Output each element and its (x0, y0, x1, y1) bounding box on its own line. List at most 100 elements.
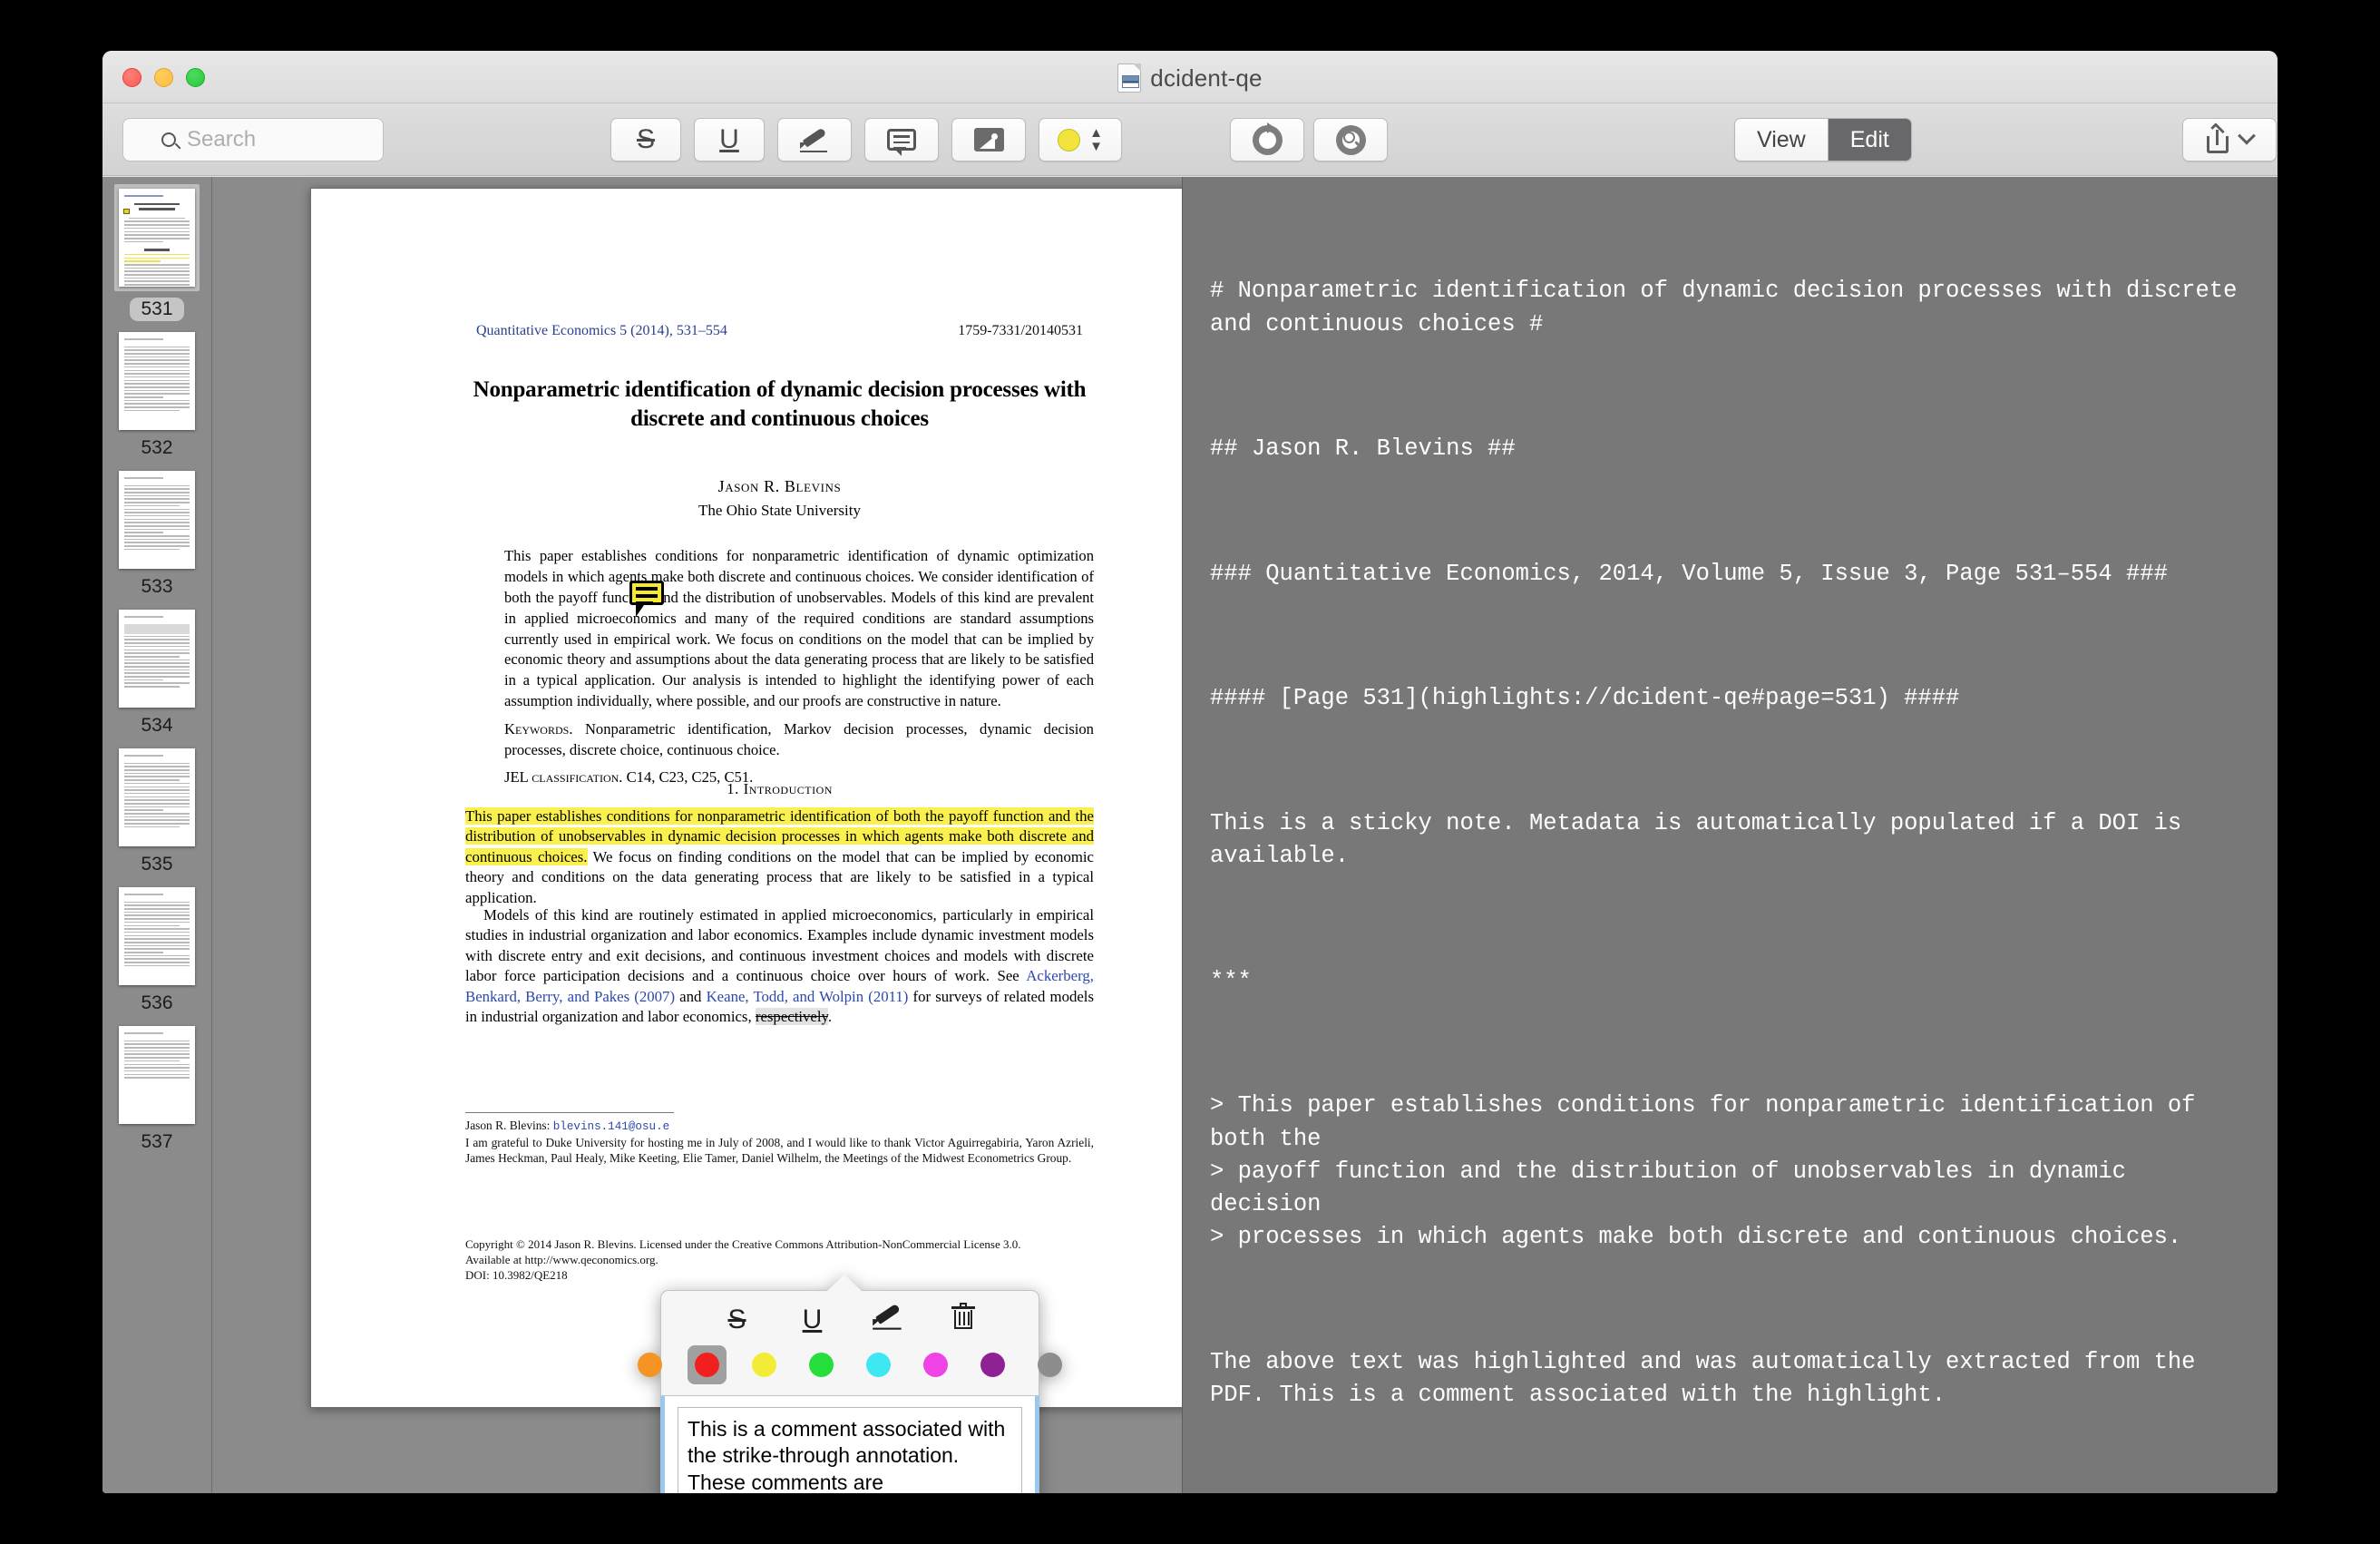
thumbnail-page (119, 748, 195, 846)
color-option-cyan[interactable] (859, 1345, 898, 1384)
thumbnail-item[interactable]: 535 (102, 741, 211, 880)
share-icon (2206, 122, 2229, 153)
color-option-gray[interactable] (1030, 1345, 1069, 1384)
underline-button[interactable]: U (694, 118, 765, 161)
thumbnail-item[interactable]: 537 (102, 1019, 211, 1158)
comment-button[interactable] (864, 118, 939, 161)
paper-affiliation: The Ohio State University (698, 502, 861, 519)
thumbnail-page-number: 535 (141, 854, 173, 875)
image-button[interactable] (951, 118, 1026, 161)
color-option-yellow[interactable] (745, 1345, 784, 1384)
markdown-block: The above text was highlighted and was a… (1210, 1348, 2209, 1409)
thumbnail-page-number: 532 (141, 437, 173, 458)
journal-reference: Quantitative Economics 5 (2014), 531–554 (476, 323, 727, 338)
citation-link-keane[interactable]: Keane, Todd, and Wolpin (2011) (707, 988, 909, 1005)
popover-color-palette[interactable] (638, 1345, 1062, 1384)
thumbnail-item[interactable]: 533 (102, 464, 211, 602)
rotate-button[interactable] (1230, 118, 1304, 161)
pdf-page[interactable]: Quantitative Economics 5 (2014), 531–554… (310, 188, 1182, 1408)
markdown-editor[interactable]: # Nonparametric identification of dynami… (1182, 177, 2278, 1493)
license-line: Available at http://www.qeconomics.org. (465, 1252, 658, 1266)
thumbnail-item[interactable]: 534 (102, 602, 211, 741)
pdf-running-head: Quantitative Economics 5 (2014), 531–554… (476, 323, 1083, 339)
thumbnail-item[interactable]: 532 (102, 325, 211, 464)
popover-arrow (827, 1275, 862, 1291)
thumbnail-page (119, 189, 195, 287)
thumbnail-page (119, 471, 195, 569)
window-title-text: dcident-qe (1150, 64, 1263, 92)
pdf-view[interactable]: Quantitative Economics 5 (2014), 531–554… (211, 177, 1182, 1493)
comment-bubble-icon (887, 129, 916, 156)
paragraph-two-b: and (675, 987, 707, 1005)
footnote-author: Jason R. Blevins: (465, 1119, 553, 1132)
share-button[interactable] (2182, 118, 2277, 161)
title-bar: dcident-qe (102, 51, 2278, 103)
color-swatch-icon (1058, 128, 1081, 151)
thumbnail-page-number: 533 (141, 576, 173, 597)
view-edit-segmented-control[interactable]: View Edit (1734, 118, 1912, 161)
zoom-button[interactable] (1313, 118, 1388, 161)
thumbnail-page-number: 531 (130, 298, 184, 321)
paper-title: Nonparametric identification of dynamic … (473, 377, 1087, 431)
thumbnail-page (119, 610, 195, 708)
paragraph-two: Models of this kind are routinely estima… (465, 905, 1094, 1028)
underline-icon: U (719, 124, 739, 154)
popover-trash-icon[interactable] (948, 1303, 979, 1337)
keywords-text: Nonparametric identification, Markov dec… (504, 720, 1094, 759)
thumbnail-item[interactable]: 536 (102, 880, 211, 1019)
rotate-icon (1252, 122, 1283, 155)
document-icon (1117, 64, 1142, 93)
color-option-red[interactable] (688, 1345, 727, 1384)
markdown-block: > This paper establishes conditions for … (1210, 1092, 2196, 1251)
search-icon (161, 132, 176, 147)
popover-toolbar: S U (638, 1290, 1062, 1396)
copyright-block: Copyright © 2014 Jason R. Blevins. Licen… (465, 1237, 1094, 1284)
markdown-block: ## Jason R. Blevins ## (1210, 435, 1516, 463)
footnote: Jason R. Blevins: blevins.141@osu.e I am … (465, 1118, 1094, 1166)
paragraph-two-a: Models of this kind are routinely estima… (465, 906, 1094, 985)
thumbnail-sidebar[interactable]: 531 532 533 534 535 536 537 (102, 177, 211, 1493)
abstract-text: This paper establishes conditions for no… (504, 547, 1094, 710)
search-placeholder: Search (187, 127, 257, 151)
thumbnail-note-icon (123, 209, 130, 214)
keywords-label: Keywords. (504, 720, 573, 738)
issn-line: 1759-7331/20140531 (958, 323, 1083, 338)
strikethrough-annotation[interactable]: respectively (755, 1008, 828, 1026)
color-picker-button[interactable]: ▲ ▼ (1039, 118, 1122, 161)
stepper-icon[interactable]: ▲ ▼ (1089, 126, 1103, 153)
chevron-down-icon[interactable] (2237, 126, 2256, 145)
markdown-block: *** (1210, 967, 1252, 994)
comment-text: This is a comment associated with the st… (688, 1417, 1006, 1493)
thumbnail-item[interactable]: 531 (102, 177, 211, 325)
markdown-block: This is a sticky note. Metadata is autom… (1210, 810, 2196, 870)
strikethrough-button[interactable]: S (610, 118, 681, 161)
thumbnail-page (119, 332, 195, 430)
markdown-block: #### [Page 531](highlights://dcident-qe#… (1210, 685, 1960, 712)
popover-highlighter-pen-icon[interactable] (872, 1303, 903, 1337)
highlight-button[interactable] (777, 118, 852, 161)
doi-line: DOI: 10.3982/QE218 (465, 1267, 568, 1282)
toolbar: Search S U ▲ ▼ View Edit (102, 103, 2278, 176)
image-icon (973, 128, 1004, 151)
footnote-body: I am grateful to Duke University for hos… (465, 1135, 1094, 1165)
paragraph-two-d: . (827, 1008, 833, 1026)
comment-editor[interactable]: This is a comment associated with the st… (660, 1396, 1039, 1493)
annotation-popover[interactable]: S U This is a comment associated with th… (638, 1275, 1062, 1493)
tab-edit[interactable]: Edit (1827, 119, 1911, 161)
search-input[interactable]: Search (122, 118, 384, 161)
highlighter-pen-icon (799, 126, 830, 153)
markdown-block: # Nonparametric identification of dynami… (1210, 278, 2251, 337)
tab-view[interactable]: View (1735, 119, 1828, 161)
sticky-note-icon[interactable] (629, 581, 664, 617)
color-option-green[interactable] (802, 1345, 841, 1384)
strikethrough-icon: S (636, 124, 655, 154)
color-option-orange[interactable] (630, 1345, 669, 1384)
popover-underline-icon[interactable]: U (797, 1305, 828, 1335)
popover-strikethrough-icon[interactable]: S (722, 1305, 753, 1335)
app-window: dcident-qe Search S U ▲ ▼ View Edit 531 … (102, 51, 2278, 1493)
footnote-email[interactable]: blevins.141@osu.e (553, 1120, 669, 1133)
footnote-rule (465, 1112, 674, 1113)
color-option-purple[interactable] (973, 1345, 1012, 1384)
color-option-magenta[interactable] (916, 1345, 955, 1384)
thumbnail-page-number: 534 (141, 715, 173, 736)
